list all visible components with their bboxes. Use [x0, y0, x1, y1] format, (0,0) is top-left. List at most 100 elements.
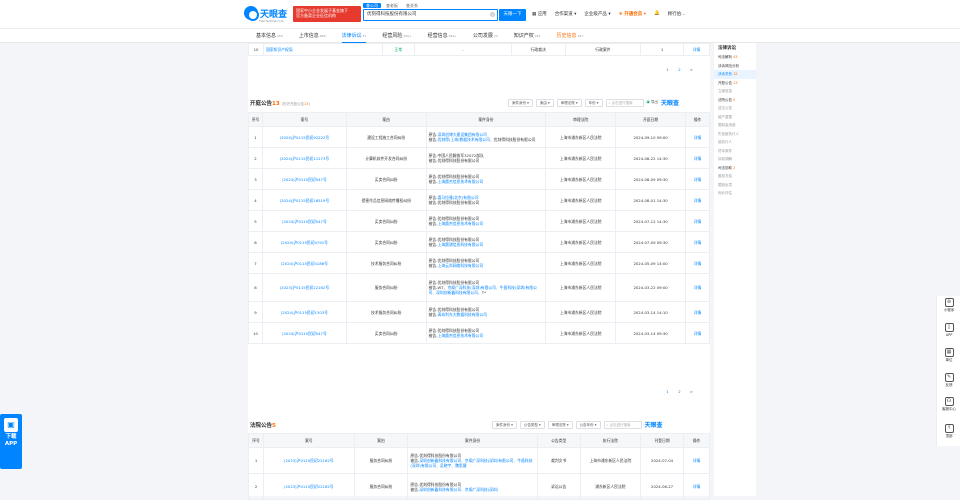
page-next[interactable]: > [687, 65, 696, 74]
right-nav-item[interactable]: 限制高消费 [714, 121, 756, 130]
clear-icon[interactable]: × [490, 12, 495, 17]
hearing-table-body: 1 (2024)沪0115民初92222号 建设工程施工合同纠纷 原告-深圳创博大建设… [248, 126, 711, 344]
detail-link[interactable]: 详情 [694, 310, 702, 315]
detail-link[interactable]: 详情 [694, 219, 702, 224]
filter-year[interactable]: 公告年份 ▾ [575, 420, 601, 429]
case-number-link[interactable]: (2024)沪0115民初547号 [282, 219, 327, 224]
tab-operation[interactable]: 经营信息999+ [420, 29, 465, 43]
tab-development[interactable]: 公司发展23 [465, 29, 506, 43]
tianyancha-logo[interactable]: 天眼查 [244, 6, 287, 21]
court-search-input[interactable]: ⌕ 点击进行搜索 [603, 420, 642, 429]
right-nav-item[interactable]: 询价评估 [714, 189, 756, 198]
page-1[interactable]: 1 [663, 387, 672, 396]
right-nav-item[interactable]: 终本案件 [714, 147, 756, 156]
party-link[interactable]: 深圳创新鑫科技有限公司、京阁广深科技(深圳) [419, 487, 498, 492]
party-link[interactable]: 上海晨杰信息技术有限公司 [438, 179, 484, 184]
case-number-link[interactable]: (2024)沪0115民初92222号 [280, 135, 330, 140]
party-link[interactable]: 深圳创新鑫科技有限公司、京阁广深科技(深圳)有限公司、牛昌科技(深圳)有限公司、… [410, 458, 532, 468]
detail-link[interactable]: 详情 [694, 285, 702, 290]
case-number-link[interactable]: (2024)沪0115民初4186号 [281, 261, 328, 266]
case-number-link[interactable]: (2024)沪0115民初4791号 [281, 240, 328, 245]
detail-link[interactable]: 详情 [694, 177, 702, 182]
right-nav-item[interactable]: 被执行人 [714, 138, 756, 147]
tab-risk[interactable]: 经营风险999+ [374, 29, 419, 43]
right-nav-item[interactable]: 限制出境 [714, 181, 756, 190]
party-link[interactable]: 青岛利东大数据科技有限公司 [438, 312, 487, 317]
case-number-link[interactable]: (2024)沪0115民初1303号 [281, 310, 328, 315]
promo-banner[interactable]: 国家中小企业发展子基金旗下 官方备案企业征信机构 [293, 6, 361, 22]
right-nav-item[interactable]: 涉诉风险分析 [714, 62, 756, 71]
filter-case-role[interactable]: 案件身份 ▾ [508, 98, 533, 107]
search-tab-boss[interactable]: 查老板 [383, 3, 401, 8]
filter-cause[interactable]: 案由 ▾ [535, 98, 554, 107]
feedback-icon: ✎ [944, 373, 954, 382]
unit-button[interactable]: ▦ 单位 [937, 348, 960, 363]
right-nav-item[interactable]: 司法协助2 [714, 164, 756, 173]
nav-apps[interactable]: ▦ 应用 [532, 11, 547, 17]
detail-link[interactable]: 详情 [694, 331, 702, 336]
party-link[interactable]: 优刻得(上海)数据技术有限公司 [438, 137, 490, 142]
right-nav-item[interactable]: 开庭公告13 [714, 79, 756, 88]
tab-history[interactable]: 历史信息167 [548, 29, 591, 43]
download-app-float[interactable]: ▣ 下载 APP [0, 414, 22, 469]
case-number-link[interactable]: (2023)沪0115民初22162号 [280, 285, 330, 290]
detail-link[interactable]: 详情 [694, 240, 702, 245]
back-to-top-button[interactable]: ↑ 顶部 [937, 424, 960, 439]
page-next[interactable]: > [687, 387, 696, 396]
right-nav-item[interactable]: 法院公告5 [714, 96, 756, 105]
page-2[interactable]: 2 [675, 387, 684, 396]
tab-listing-info[interactable]: 上市信息868 [291, 29, 334, 43]
party-link[interactable]: 上海云尚网络科技有限公司 [438, 263, 484, 268]
detail-link[interactable]: 详情 [694, 156, 702, 161]
nav-partners[interactable]: 合作渠道 ▾ [555, 11, 577, 17]
filter-year[interactable]: 年份 ▾ [584, 98, 603, 107]
nav-vip[interactable]: ♛ 开通会员 ▾ [619, 11, 646, 17]
right-nav-item[interactable]: 送达公告 [714, 104, 756, 113]
party-link[interactable]: 上海晨杰信息技术有限公司 [438, 221, 484, 226]
detail-link[interactable]: 详情 [693, 47, 701, 52]
feedback-button[interactable]: ✎ 反馈 [937, 373, 960, 388]
right-nav-item[interactable]: 立案信息 [714, 87, 756, 96]
filter-notice-type[interactable]: 公告类型 ▾ [519, 420, 545, 429]
detail-link[interactable]: 详情 [693, 458, 701, 463]
detail-link[interactable]: 详情 [694, 135, 702, 140]
app-button[interactable]: ▯ APP [937, 323, 960, 337]
page-2[interactable]: 2 [675, 65, 684, 74]
tab-ip[interactable]: 知识产权242 [506, 29, 549, 43]
case-number-link[interactable]: (2024)沪0115民初547号 [282, 177, 327, 182]
hearing-search-input[interactable]: ⌕ 点击进行搜索 [605, 98, 644, 107]
detail-link[interactable]: 详情 [694, 198, 702, 203]
search-tab-relation[interactable]: 查关系 [403, 3, 421, 8]
search-button[interactable]: 天眼一下 [499, 9, 526, 21]
right-nav-item[interactable]: 诉前调解 [714, 155, 756, 164]
nav-bell-icon[interactable]: 🔔 [654, 11, 660, 17]
right-nav-item[interactable]: 破产重整 [714, 113, 756, 122]
search-tab-company[interactable]: 查公司 [363, 3, 381, 8]
mini-program-button[interactable]: ⊛ 小程序 [937, 298, 960, 313]
page-1[interactable]: 1 [663, 65, 672, 74]
tab-legal[interactable]: 法律诉讼31 [334, 29, 375, 43]
tab-basic-info[interactable]: 基本信息160 [248, 29, 291, 43]
search-input[interactable]: 优刻得科技股份有限公司 [363, 9, 498, 21]
filter-case-role[interactable]: 案件身份 ▾ [492, 420, 517, 429]
filter-court[interactable]: 审理法院 ▾ [547, 420, 573, 429]
case-number-link[interactable]: (2023)沪0115民初22162号 [284, 458, 334, 463]
support-button[interactable]: ☊ 客服中心 [937, 397, 960, 412]
right-nav-item[interactable]: 失信被执行人 [714, 130, 756, 139]
nav-user[interactable]: 顾行伯... [668, 11, 686, 17]
case-number-link[interactable]: (2024)沪0115民初11273号 [280, 156, 330, 161]
right-nav-item[interactable]: 涉诉关系12 [714, 70, 756, 79]
export-button[interactable]: ▣ 导出 [647, 100, 658, 105]
case-number-link[interactable]: (2024)沪0115民初16519号 [280, 198, 330, 203]
party-link[interactable]: 上海晨骐信息科技有限公司 [438, 242, 484, 247]
party-link[interactable]: 国家知识产权局 [266, 47, 293, 52]
case-number-link[interactable]: (2023)沪0115民初22162号 [284, 484, 334, 489]
case-number-link[interactable]: (2024)沪0115民初547号 [282, 331, 327, 336]
right-nav-item[interactable]: 司法解析43 [714, 53, 756, 62]
detail-link[interactable]: 详情 [694, 261, 702, 266]
detail-link[interactable]: 详情 [693, 484, 701, 489]
right-nav-item[interactable]: 股权冻结 [714, 172, 756, 181]
nav-enterprise[interactable]: 企业级产品 ▾ [584, 11, 610, 17]
filter-court[interactable]: 审理法院 ▾ [556, 98, 582, 107]
party-link[interactable]: 上海晨杰信息技术有限公司 [438, 333, 484, 338]
